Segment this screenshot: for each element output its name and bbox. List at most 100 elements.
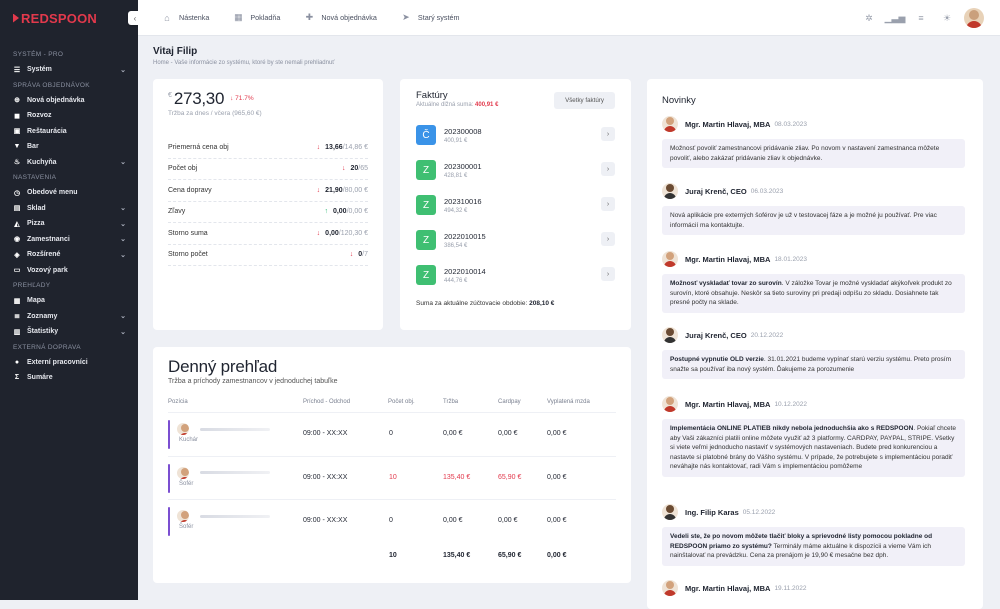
employee-name-redacted xyxy=(200,514,270,518)
invoice-number: 2022010014 xyxy=(444,266,486,276)
sidebar-item[interactable]: ◈ Rozšírené ⌄ xyxy=(0,247,138,263)
page-title: Vitaj Filip xyxy=(153,46,198,57)
sidebar-item[interactable]: ♨ Kuchyňa ⌄ xyxy=(0,155,138,171)
arrow-down-icon: ↓ xyxy=(316,143,321,151)
all-invoices-button[interactable]: Všetky faktúry xyxy=(554,92,615,109)
sidebar-item[interactable]: ◉ Zamestnanci ⌄ xyxy=(0,232,138,248)
invoice-row[interactable]: Z 202310016 494,32 € › xyxy=(416,192,615,218)
sidebar-item[interactable]: ≣ Zoznamy ⌄ xyxy=(0,309,138,325)
employee-name-redacted xyxy=(200,427,270,431)
revenue-subtitle: Tržba za dnes / včera (965,60 €) xyxy=(168,110,262,117)
sidebar-item[interactable]: Σ Sumáre xyxy=(0,370,138,386)
cardpay: 65,90 € xyxy=(498,473,522,481)
chevron-right-icon[interactable]: › xyxy=(601,127,615,141)
chevron-down-icon: ⌄ xyxy=(120,251,126,259)
stat-previous: /65 xyxy=(358,165,368,173)
invoices-card: Faktúry Aktuálne dlžná suma: 400,91 € Vš… xyxy=(400,79,631,330)
users-icon: ◉ xyxy=(13,236,21,244)
topbar-link[interactable]: ▦ Pokladňa xyxy=(233,12,280,23)
chevron-right-icon[interactable]: › xyxy=(601,162,615,176)
sidebar-item[interactable]: ◼ Rozvoz xyxy=(0,108,138,124)
news-author: Mgr. Martin Hlavaj, MBA xyxy=(685,583,771,593)
news-date: 18.01.2023 xyxy=(774,255,807,263)
news-item: Mgr. Martin Hlavaj, MBA 08.03.2023 Možnos… xyxy=(662,115,965,169)
chart-icon[interactable]: ▁▃▅ xyxy=(885,13,906,23)
news-author: Mgr. Martin Hlavaj, MBA xyxy=(685,399,771,409)
sidebar-item-label: Rozšírené xyxy=(27,251,61,259)
register-icon: ▦ xyxy=(234,12,243,22)
topbar-link[interactable]: ⌂ Nástenka xyxy=(162,13,209,23)
news-item: Mgr. Martin Hlavaj, MBA 18.01.2023 Možnos… xyxy=(662,250,965,313)
store-icon: ▣ xyxy=(13,128,21,136)
wage: 0,00 € xyxy=(547,473,567,481)
news-item: Mgr. Martin Hlavaj, MBA 10.12.2022 Implem… xyxy=(662,395,965,477)
arrow-down-icon: ↓ xyxy=(316,229,321,237)
stat-current: 0,00 xyxy=(325,229,339,237)
news-message: Možnosť vyskladať tovar zo surovín. V zá… xyxy=(662,274,965,313)
chevron-down-icon: ⌄ xyxy=(120,236,126,244)
wage: 0,00 € xyxy=(547,430,567,437)
chevron-down-icon: ⌄ xyxy=(120,313,126,321)
employee-avatar xyxy=(177,423,189,435)
stat-value: ↓ 0 /7 xyxy=(350,251,368,258)
currency-symbol: € xyxy=(168,92,172,99)
invoice-row[interactable]: Z 2022010015 386,54 € › xyxy=(416,227,615,253)
sidebar-item-label: Sklad xyxy=(27,204,46,212)
sidebar-item[interactable]: ⊕ Nová objednávka xyxy=(0,93,138,109)
invoices-due-amount: 400,91 € xyxy=(475,102,499,108)
settings-icon[interactable]: ✲ xyxy=(864,13,874,23)
sidebar-section-title: SPRÁVA OBJEDNÁVOK xyxy=(13,81,90,89)
sidebar-item[interactable]: ● Externí pracovníci xyxy=(0,355,138,371)
sidebar-item-label: Systém xyxy=(27,66,52,74)
invoice-row[interactable]: Č 202300008 400,91 € › xyxy=(416,122,615,148)
sidebar-item[interactable]: ▭ Vozový park xyxy=(0,263,138,279)
news-author: Mgr. Martin Hlavaj, MBA xyxy=(685,119,771,129)
sidebar-section-title: EXTERNÁ DOPRAVA xyxy=(13,343,81,351)
sidebar-item[interactable]: ▦ Mapa xyxy=(0,293,138,309)
chevron-right-icon[interactable]: › xyxy=(601,197,615,211)
sidebar-item[interactable]: ▼ Bar xyxy=(0,139,138,155)
stat-row: Priemerná cena obj ↓ 13,66 /14,86 € xyxy=(168,137,368,159)
table-total-cardpay: 65,90 € xyxy=(498,552,522,559)
chevron-right-icon[interactable]: › xyxy=(601,232,615,246)
topbar-link[interactable]: ✚ Nová objednávka xyxy=(304,12,377,23)
news-text: Možnosť povoliť zamestnancovi pridávanie… xyxy=(670,145,940,162)
table-header: Vyplatená mzda xyxy=(547,399,590,405)
sidebar-item-label: Kuchyňa xyxy=(27,158,57,166)
table-total-orders: 10 xyxy=(389,552,397,559)
topbar-link-label: Starý systém xyxy=(417,13,460,22)
chevron-right-icon[interactable]: › xyxy=(601,267,615,281)
menu-icon: ☰ xyxy=(13,66,21,74)
brand-logo[interactable]: REDSPOON xyxy=(0,0,138,36)
sidebar-item-label: Nová objednávka xyxy=(27,96,85,104)
user-avatar[interactable] xyxy=(964,8,984,28)
topbar-link[interactable]: ➤ Starý systém xyxy=(401,12,460,23)
table-header: Pozícia xyxy=(168,399,188,405)
notes-icon[interactable]: ≡ xyxy=(916,13,926,23)
sidebar-item[interactable]: ▥ Štatistiky ⌄ xyxy=(0,324,138,340)
sidebar-item-label: Štatistiky xyxy=(27,328,59,336)
table-header: Príchod - Odchod xyxy=(303,399,351,405)
stat-previous: /0,00 € xyxy=(346,208,368,216)
table-row[interactable]: Šofér 09:00 - XX:XX 0 0,00 € 0,00 € 0,00… xyxy=(168,499,616,543)
invoices-title: Faktúry xyxy=(416,90,448,101)
row-accent-bar xyxy=(168,463,170,493)
table-total-revenue: 135,40 € xyxy=(443,552,471,559)
table-row[interactable]: Kuchár 09:00 - XX:XX 0 0,00 € 0,00 € 0,0… xyxy=(168,412,616,456)
table-row[interactable]: Šofér 09:00 - XX:XX 10 135,40 € 65,90 € … xyxy=(168,455,616,500)
theme-sun-icon[interactable]: ☀ xyxy=(942,13,952,23)
invoice-row[interactable]: Z 2022010014 444,76 € › xyxy=(416,262,615,288)
glass-icon: ▼ xyxy=(13,143,21,151)
news-date: 05.12.2022 xyxy=(742,508,776,516)
sidebar-item[interactable]: ◭ Pizza ⌄ xyxy=(0,216,138,232)
sidebar-item[interactable]: ☰ Systém ⌄ xyxy=(0,62,138,78)
invoice-amount: 428,81 € xyxy=(444,172,468,179)
sidebar-item[interactable]: ▤ Sklad ⌄ xyxy=(0,201,138,217)
sidebar-item[interactable]: ▣ Reštaurácia xyxy=(0,124,138,140)
invoice-row[interactable]: Z 202300001 428,81 € › xyxy=(416,157,615,183)
order-count: 0 xyxy=(389,517,393,524)
sidebar-item[interactable]: ◷ Obedové menu xyxy=(0,185,138,201)
sidebar-item-label: Reštaurácia xyxy=(27,127,67,135)
news-title: Novinky xyxy=(662,95,696,106)
stat-label: Storno suma xyxy=(168,229,208,237)
